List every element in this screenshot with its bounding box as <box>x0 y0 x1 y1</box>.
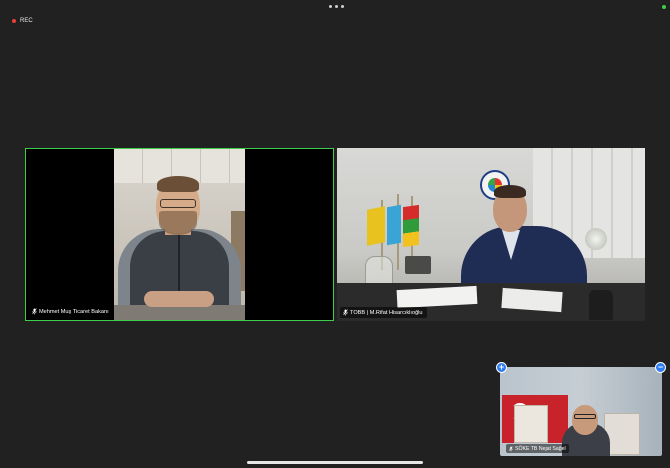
participant-video <box>114 149 245 320</box>
more-dots-icon[interactable] <box>329 5 344 8</box>
recording-label: REC <box>20 18 33 24</box>
self-view-name: SÖKE TB Nejat Sağel <box>515 445 566 452</box>
self-view-tile[interactable]: SÖKE TB Nejat Sağel <box>500 367 662 456</box>
home-indicator[interactable] <box>247 461 423 464</box>
participant-name-tag: Mehmet Muş Ticaret Bakanı <box>29 306 113 317</box>
mic-muted-icon <box>32 308 37 315</box>
status-indicator <box>662 5 666 9</box>
video-tile-speaker[interactable]: Mehmet Muş Ticaret Bakanı <box>25 148 334 321</box>
video-tile-participant[interactable]: TOBB | M.Rifat Hisarcıklıoğlu <box>337 148 645 321</box>
plus-icon[interactable]: + <box>496 362 507 373</box>
recording-dot-icon <box>12 19 16 23</box>
self-view-name-tag: SÖKE TB Nejat Sağel <box>506 444 569 453</box>
portrait-image <box>514 405 548 443</box>
mic-muted-icon <box>343 309 348 316</box>
recording-indicator: REC <box>12 18 33 24</box>
minus-icon[interactable]: − <box>655 362 666 373</box>
mic-muted-icon <box>509 445 513 451</box>
participant-name: Mehmet Muş Ticaret Bakanı <box>39 308 109 315</box>
participant-video <box>337 148 645 321</box>
participant-name-tag: TOBB | M.Rifat Hisarcıklıoğlu <box>340 307 427 318</box>
participant-name: TOBB | M.Rifat Hisarcıklıoğlu <box>350 309 423 316</box>
